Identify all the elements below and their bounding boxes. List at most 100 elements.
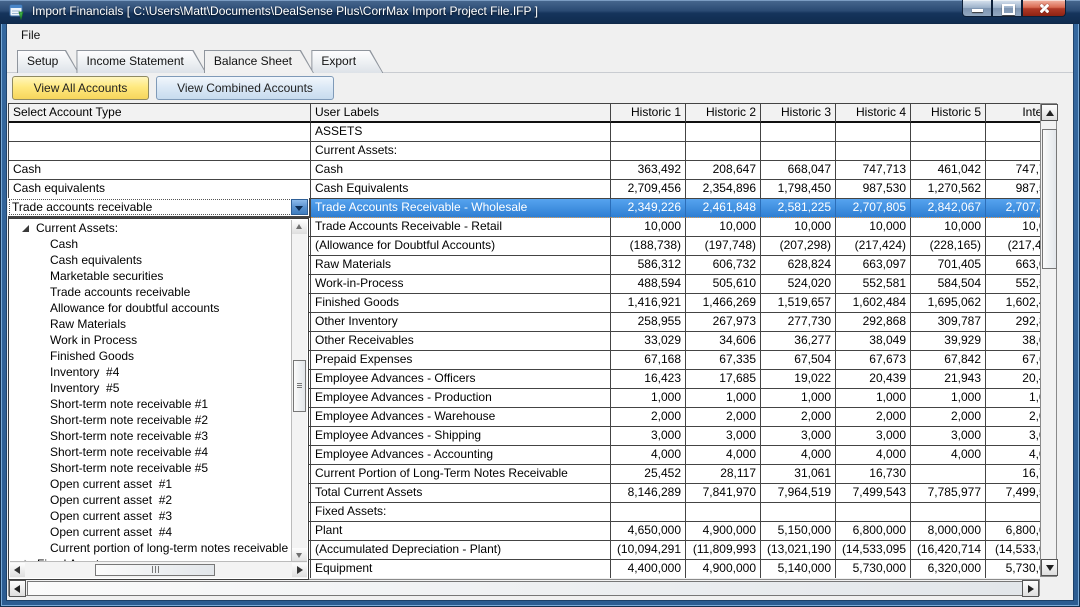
table-scroll-up-button[interactable] [1041,104,1058,121]
value-cell[interactable]: 6,800,000 [986,522,1040,541]
value-cell[interactable] [986,123,1040,142]
dropdown-item[interactable]: Current portion of long-term notes recei… [10,540,292,556]
table-scroll-down-button[interactable] [1041,559,1058,576]
table-vertical-scroll-thumb[interactable] [1042,129,1057,269]
value-cell[interactable]: (197,748) [686,237,761,256]
value-cell[interactable]: 1,602,484 [986,294,1040,313]
value-cell[interactable]: 20,439 [986,370,1040,389]
dropdown-item[interactable]: Cash [10,236,292,252]
value-cell[interactable]: 7,499,543 [986,484,1040,503]
value-cell[interactable]: 1,000 [836,389,911,408]
value-cell[interactable]: 1,000 [761,389,836,408]
value-cell[interactable]: 663,097 [986,256,1040,275]
account-type-cell[interactable] [9,142,311,161]
scroll-down-button[interactable] [292,548,307,562]
user-label-cell[interactable]: Finished Goods [311,294,611,313]
value-cell[interactable]: 10,000 [611,218,686,237]
value-cell[interactable]: 7,785,977 [911,484,986,503]
value-cell[interactable]: 363,492 [611,161,686,180]
dropdown-item[interactable]: Finished Goods [10,348,292,364]
value-cell[interactable]: 987,530 [836,180,911,199]
view-all-accounts-button[interactable]: View All Accounts [12,76,149,100]
value-cell[interactable]: 4,400,000 [611,560,686,578]
value-cell[interactable] [911,142,986,161]
value-cell[interactable]: 488,594 [611,275,686,294]
value-cell[interactable]: 292,868 [986,313,1040,332]
value-cell[interactable]: 584,504 [911,275,986,294]
table-horizontal-scroll-thumb[interactable] [27,581,1023,596]
value-cell[interactable]: 309,787 [911,313,986,332]
value-cell[interactable] [986,503,1040,522]
value-cell[interactable]: 2,000 [611,408,686,427]
dropdown-item[interactable]: Allowance for doubtful accounts [10,300,292,316]
value-cell[interactable]: 1,602,484 [836,294,911,313]
user-label-cell[interactable]: Employee Advances - Officers [311,370,611,389]
value-cell[interactable]: 663,097 [836,256,911,275]
dropdown-item[interactable]: Open current asset #3 [10,508,292,524]
value-cell[interactable]: 267,973 [686,313,761,332]
value-cell[interactable]: (11,809,993 [686,541,761,560]
value-cell[interactable]: 16,423 [611,370,686,389]
value-cell[interactable]: 505,610 [686,275,761,294]
value-cell[interactable]: 36,277 [761,332,836,351]
user-label-cell[interactable]: Trade Accounts Receivable - Retail [311,218,611,237]
user-label-cell[interactable]: Cash [311,161,611,180]
value-cell[interactable]: 67,842 [911,351,986,370]
user-label-cell[interactable]: Total Current Assets [311,484,611,503]
value-cell[interactable]: 34,606 [686,332,761,351]
value-cell[interactable] [686,503,761,522]
value-cell[interactable]: 20,439 [836,370,911,389]
menu-file[interactable]: File [15,26,46,44]
value-cell[interactable]: 28,117 [686,465,761,484]
account-type-cell[interactable]: Cash equivalents [9,180,311,199]
account-type-cell[interactable]: Cash [9,161,311,180]
combobox-dropdown-button[interactable] [291,199,308,215]
value-cell[interactable]: (228,165) [911,237,986,256]
account-type-cell[interactable] [9,123,311,142]
value-cell[interactable]: 3,000 [761,427,836,446]
value-cell[interactable]: 1,270,562 [911,180,986,199]
value-cell[interactable] [911,503,986,522]
value-cell[interactable] [761,123,836,142]
value-cell[interactable]: 5,730,000 [836,560,911,578]
value-cell[interactable]: 2,581,225 [761,199,836,218]
value-cell[interactable]: 747,713 [986,161,1040,180]
dropdown-item[interactable]: Short-term note receivable #2 [10,412,292,428]
value-cell[interactable]: (207,298) [761,237,836,256]
value-cell[interactable]: 38,049 [836,332,911,351]
dropdown-vertical-scrollbar[interactable] [291,220,307,562]
scroll-left-button[interactable] [10,563,25,577]
value-cell[interactable]: 3,000 [611,427,686,446]
user-label-cell[interactable]: Work-in-Process [311,275,611,294]
value-cell[interactable]: 747,713 [836,161,911,180]
scroll-up-button[interactable] [292,220,307,234]
value-cell[interactable]: 7,499,543 [836,484,911,503]
scroll-right-button[interactable] [292,563,307,577]
view-combined-accounts-button[interactable]: View Combined Accounts [156,76,334,100]
dropdown-item[interactable]: Inventory #4 [10,364,292,380]
value-cell[interactable]: 1,466,269 [686,294,761,313]
value-cell[interactable]: 3,000 [911,427,986,446]
table-horizontal-scrollbar[interactable] [8,579,1040,596]
value-cell[interactable] [686,142,761,161]
value-cell[interactable]: 7,841,970 [686,484,761,503]
dropdown-horizontal-scrollbar[interactable] [10,561,307,578]
value-cell[interactable]: 2,000 [686,408,761,427]
value-cell[interactable]: 67,335 [686,351,761,370]
value-cell[interactable] [836,142,911,161]
value-cell[interactable]: (10,094,291 [611,541,686,560]
value-cell[interactable]: 4,000 [986,446,1040,465]
dropdown-item[interactable]: Open current asset #1 [10,476,292,492]
user-label-cell[interactable]: Employee Advances - Accounting [311,446,611,465]
value-cell[interactable]: 1,000 [686,389,761,408]
tab-income-statement[interactable]: Income Statement [76,50,206,73]
value-cell[interactable] [611,503,686,522]
account-type-combobox[interactable]: Trade accounts receivable [8,198,310,217]
value-cell[interactable]: 6,800,000 [836,522,911,541]
value-cell[interactable]: 2,707,805 [986,199,1040,218]
user-label-cell[interactable]: Employee Advances - Shipping [311,427,611,446]
value-cell[interactable]: 552,581 [836,275,911,294]
value-cell[interactable]: 4,000 [836,446,911,465]
dropdown-item[interactable]: Raw Materials [10,316,292,332]
user-label-cell[interactable]: Raw Materials [311,256,611,275]
